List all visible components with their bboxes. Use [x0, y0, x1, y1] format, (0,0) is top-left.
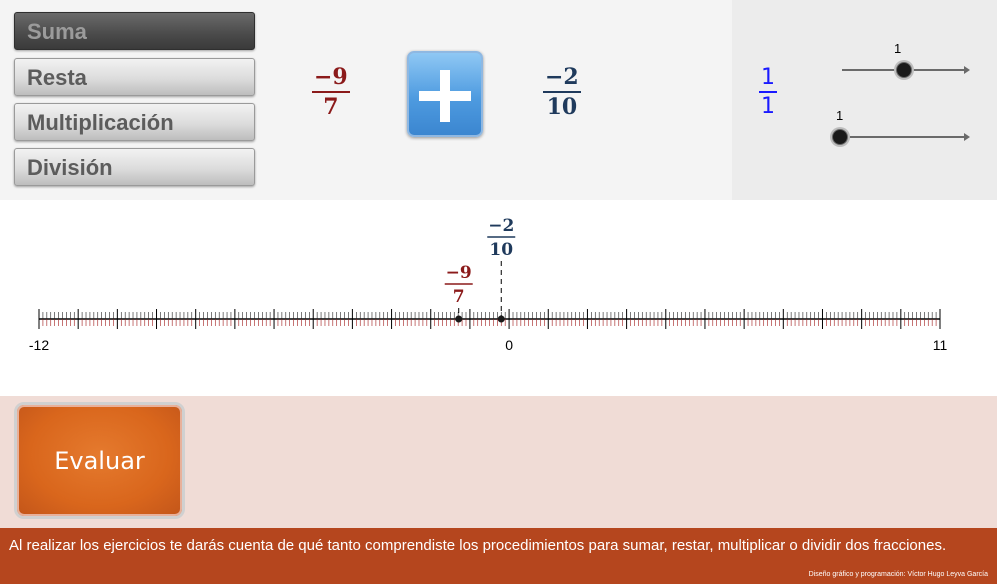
slider-1[interactable] — [842, 60, 970, 80]
suma-button[interactable]: Suma — [14, 12, 255, 50]
slider-1-knob[interactable] — [896, 62, 912, 78]
division-button[interactable]: División — [14, 148, 255, 186]
max-label: 11 — [933, 337, 948, 353]
footer-bar: Al realizar los ejercicios te darás cuen… — [0, 528, 997, 584]
fraction-b-numerator: −2 — [545, 64, 579, 90]
slider-2-track — [839, 136, 964, 138]
slider-2[interactable] — [832, 127, 970, 147]
fraction-a-numerator: −9 — [314, 64, 348, 90]
plus-operator-button[interactable] — [407, 51, 483, 137]
fraction-a-denominator: 7 — [323, 94, 339, 120]
slider-1-value: 1 — [894, 41, 902, 56]
slider-2-knob[interactable] — [832, 129, 848, 145]
slider-2-arrow-icon — [964, 133, 970, 141]
fraction-b: −2 10 — [543, 64, 581, 120]
fraction-b-denominator: 10 — [546, 94, 578, 120]
zero-label: 0 — [505, 337, 513, 353]
point-denominator: 7 — [453, 287, 465, 307]
fraction-a: −9 7 — [312, 64, 350, 120]
point-numerator: −9 — [446, 263, 472, 283]
point-numerator: −2 — [488, 216, 514, 236]
slider-2-value: 1 — [836, 108, 844, 123]
result-denominator: 1 — [761, 94, 775, 119]
number-line: -12 0 11 −9 7 −2 10 — [29, 216, 948, 353]
point-marker — [497, 315, 505, 323]
resta-button[interactable]: Resta — [14, 58, 255, 96]
footer-message: Al realizar los ejercicios te darás cuen… — [9, 537, 947, 554]
result-fraction: 1 1 — [759, 65, 777, 119]
multiplicacion-button[interactable]: Multiplicación — [14, 103, 255, 141]
min-label: -12 — [29, 337, 49, 353]
slider-1-arrow-icon — [964, 66, 970, 74]
result-numerator: 1 — [761, 65, 775, 90]
footer-credit: Diseño gráfico y programación: Víctor Hu… — [808, 571, 988, 578]
evaluate-button[interactable]: Evaluar — [14, 402, 185, 519]
point-marker — [455, 315, 463, 323]
point-denominator: 10 — [489, 240, 513, 260]
